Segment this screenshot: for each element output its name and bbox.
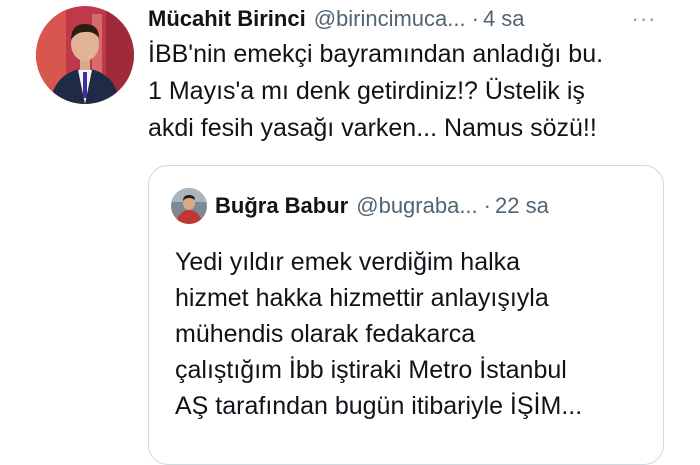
quoted-tweet-text: Yedi yıldır emek verdiğim halka hizmet h…: [175, 244, 655, 424]
quoted-tweet-timestamp[interactable]: 22 sa: [495, 190, 549, 222]
quoted-text-line: çalıştığım İbb iştiraki Metro İstanbul: [175, 356, 567, 384]
tweet-text: İBB'nin emekçi bayramından anladığı bu. …: [148, 36, 688, 147]
quoted-text-line: hizmet hakka hizmettir anlayışıyla: [175, 284, 549, 312]
quoted-text-line: AŞ tarafından bugün itibariyle İŞİM...: [175, 392, 583, 420]
quoted-author-avatar[interactable]: [171, 188, 207, 224]
tweet-text-line: akdi fesih yasağı varken... Namus sözü!!: [148, 114, 597, 142]
quoted-tweet-card[interactable]: Buğra Babur @bugraba... · 22 sa Yedi yıl…: [148, 165, 664, 465]
author-name[interactable]: Mücahit Birinci: [148, 4, 306, 34]
author-handle[interactable]: @birincimuca...: [314, 4, 466, 34]
tweet-header: Mücahit Birinci @birincimuca... · 4 sa: [148, 4, 688, 34]
tweet-text-line: İBB'nin emekçi bayramından anladığı bu.: [148, 40, 604, 68]
quoted-header-separator: ·: [483, 193, 491, 218]
header-separator: ·: [471, 6, 479, 31]
more-options-icon[interactable]: ···: [624, 4, 664, 34]
author-avatar-image: [36, 6, 134, 104]
quoted-tweet-header: Buğra Babur @bugraba... · 22 sa: [215, 190, 655, 222]
quoted-author-avatar-image: [171, 188, 207, 224]
tweet-text-line: 1 Mayıs'a mı denk getirdiniz!? Üstelik i…: [148, 77, 585, 105]
tweet-timestamp[interactable]: 4 sa: [483, 4, 525, 34]
quoted-author-handle[interactable]: @bugraba...: [356, 190, 477, 222]
quoted-text-line: mühendis olarak fedakarca: [175, 320, 476, 348]
tweet: Mücahit Birinci @birincimuca... · 4 sa ·…: [0, 0, 700, 465]
author-avatar[interactable]: [36, 6, 134, 104]
quoted-text-line: Yedi yıldır emek verdiğim halka: [175, 248, 521, 276]
quoted-author-name[interactable]: Buğra Babur: [215, 190, 348, 222]
